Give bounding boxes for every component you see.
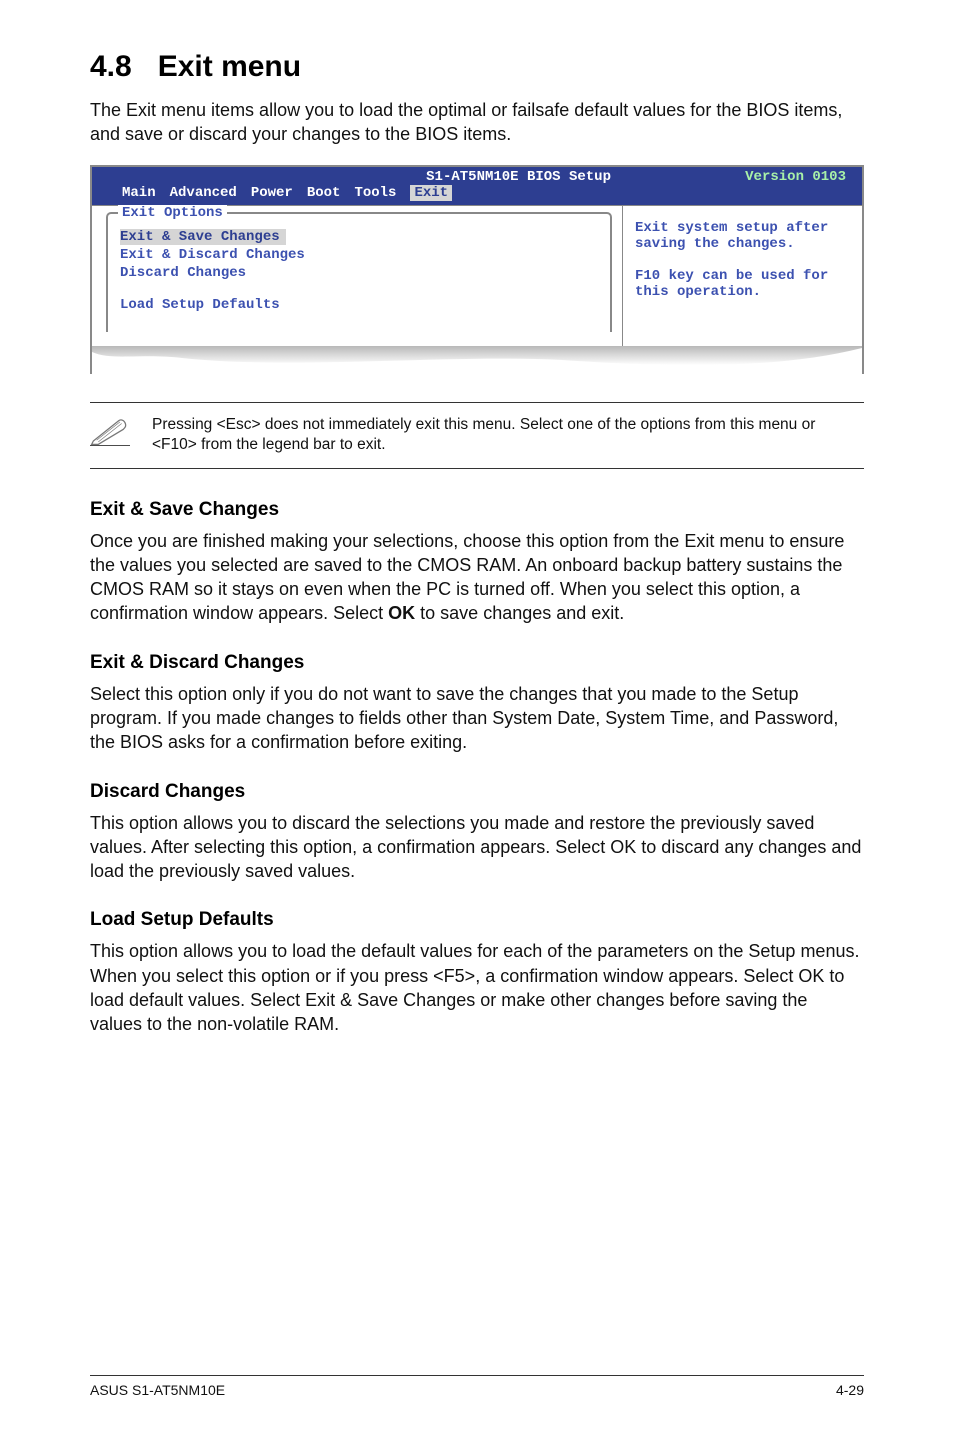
- footer-left: ASUS S1-AT5NM10E: [90, 1382, 225, 1398]
- para-discard-exit: Select this option only if you do not wa…: [90, 682, 864, 755]
- bios-screenshot: S1-AT5NM10E BIOS Setup Version 0103 Main…: [90, 165, 864, 374]
- bios-left-panel: Exit Options Exit & Save Changes Exit & …: [92, 205, 622, 346]
- bios-menu-bar: Main Advanced Power Boot Tools Exit: [122, 185, 846, 201]
- note-text: Pressing <Esc> does not immediately exit…: [152, 415, 864, 456]
- subheading-discard-exit: Exit & Discard Changes: [90, 652, 864, 674]
- section-title: Exit menu: [158, 50, 301, 83]
- bios-panel-title: Exit Options: [118, 205, 227, 221]
- footer-right: 4-29: [836, 1382, 864, 1398]
- bios-menu-boot: Boot: [307, 185, 341, 201]
- bios-menu-advanced: Advanced: [170, 185, 237, 201]
- intro-paragraph: The Exit menu items allow you to load th…: [90, 98, 864, 147]
- bios-item-save: Exit & Save Changes: [120, 229, 286, 245]
- bios-item-defaults: Load Setup Defaults: [120, 296, 598, 314]
- bios-shadow: [92, 346, 862, 374]
- pencil-icon: [90, 415, 130, 452]
- note-block: Pressing <Esc> does not immediately exit…: [90, 402, 864, 469]
- page-footer: ASUS S1-AT5NM10E 4-29: [90, 1375, 864, 1398]
- bios-menu-exit: Exit: [410, 185, 452, 201]
- para-save: Once you are finished making your select…: [90, 529, 864, 626]
- bios-title: S1-AT5NM10E BIOS Setup: [426, 169, 611, 185]
- subheading-discard: Discard Changes: [90, 781, 864, 803]
- section-number: 4.8: [90, 50, 132, 83]
- bios-version: Version 0103: [745, 169, 846, 185]
- bios-header: S1-AT5NM10E BIOS Setup Version 0103 Main…: [92, 167, 862, 205]
- subheading-defaults: Load Setup Defaults: [90, 909, 864, 931]
- page-heading: 4.8 Exit menu: [90, 50, 864, 84]
- bios-menu-main: Main: [122, 185, 156, 201]
- subheading-save: Exit & Save Changes: [90, 499, 864, 521]
- bios-menu-tools: Tools: [354, 185, 396, 201]
- bios-item-discard: Discard Changes: [120, 264, 598, 282]
- bios-help-panel: Exit system setup after saving the chang…: [622, 205, 862, 346]
- bios-menu-power: Power: [251, 185, 293, 201]
- para-defaults: This option allows you to load the defau…: [90, 939, 864, 1036]
- bios-item-discard-exit: Exit & Discard Changes: [120, 246, 598, 264]
- para-discard: This option allows you to discard the se…: [90, 811, 864, 884]
